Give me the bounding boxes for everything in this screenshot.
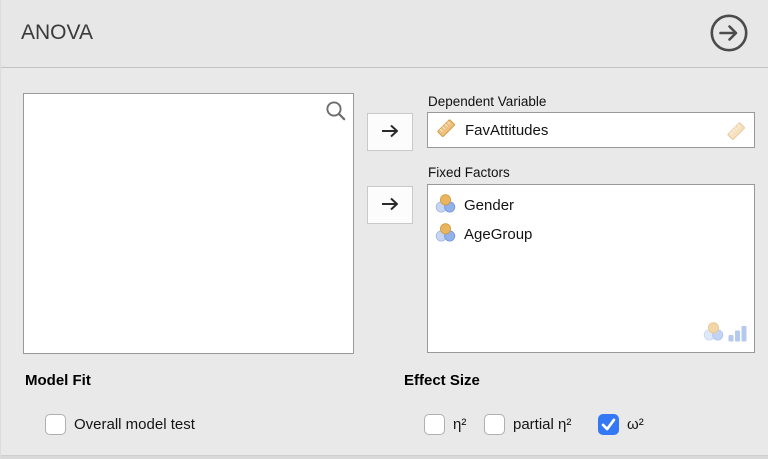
partial-eta-squared-checkbox[interactable] (484, 414, 505, 435)
available-variables-list[interactable] (23, 93, 354, 354)
continuous-ruler-icon (435, 117, 457, 143)
assign-dependent-button[interactable] (367, 113, 413, 151)
overall-model-test-checkbox[interactable] (45, 414, 66, 435)
panel-header: ANOVA (1, 0, 768, 68)
partial-eta-squared-label: partial η² (513, 416, 572, 433)
dependent-variable-box[interactable]: FavAttitudes (427, 112, 755, 148)
fixed-factor-item[interactable]: AgeGroup (428, 220, 754, 249)
fixed-factors-label: Fixed Factors (428, 165, 510, 180)
nominal-icon (703, 321, 724, 347)
overall-model-test-option[interactable]: Overall model test (45, 414, 195, 435)
ordinal-bars-icon (728, 325, 748, 347)
omega-squared-option[interactable]: ω² (598, 414, 644, 435)
omega-squared-label: ω² (627, 416, 644, 433)
eta-squared-label: η² (453, 416, 467, 433)
dependent-variable-label: Dependent Variable (428, 94, 547, 109)
fixed-factor-item[interactable]: Gender (428, 191, 754, 220)
fixed-factors-box[interactable]: Gender AgeGroup (427, 184, 755, 353)
right-arrow-icon (378, 119, 402, 146)
search-icon[interactable] (325, 100, 347, 127)
panel-title: ANOVA (21, 21, 93, 44)
nominal-icon (435, 222, 456, 247)
assign-fixed-factor-button[interactable] (367, 186, 413, 224)
allowed-variable-types (703, 321, 748, 347)
collapse-panel-button[interactable] (708, 12, 750, 54)
panel-bottom-edge (1, 455, 768, 459)
nominal-icon (435, 193, 456, 218)
eta-squared-option[interactable]: η² (424, 414, 466, 435)
fixed-factor-name: Gender (464, 197, 515, 214)
anova-options-panel: ANOVA Dependent Variable FavAttitudes Fi… (0, 0, 768, 459)
effect-size-heading: Effect Size (404, 372, 480, 389)
fixed-factor-name: AgeGroup (464, 226, 533, 243)
continuous-ruler-ghost-icon (725, 120, 747, 147)
dependent-variable-name: FavAttitudes (465, 121, 549, 139)
eta-squared-checkbox[interactable] (424, 414, 445, 435)
circle-arrow-right-icon (708, 14, 750, 57)
partial-eta-squared-option[interactable]: partial η² (484, 414, 571, 435)
omega-squared-checkbox[interactable] (598, 414, 619, 435)
dependent-variable-item[interactable]: FavAttitudes (428, 113, 754, 147)
overall-model-test-label: Overall model test (74, 416, 195, 433)
right-arrow-icon (378, 192, 402, 219)
model-fit-heading: Model Fit (25, 372, 91, 389)
